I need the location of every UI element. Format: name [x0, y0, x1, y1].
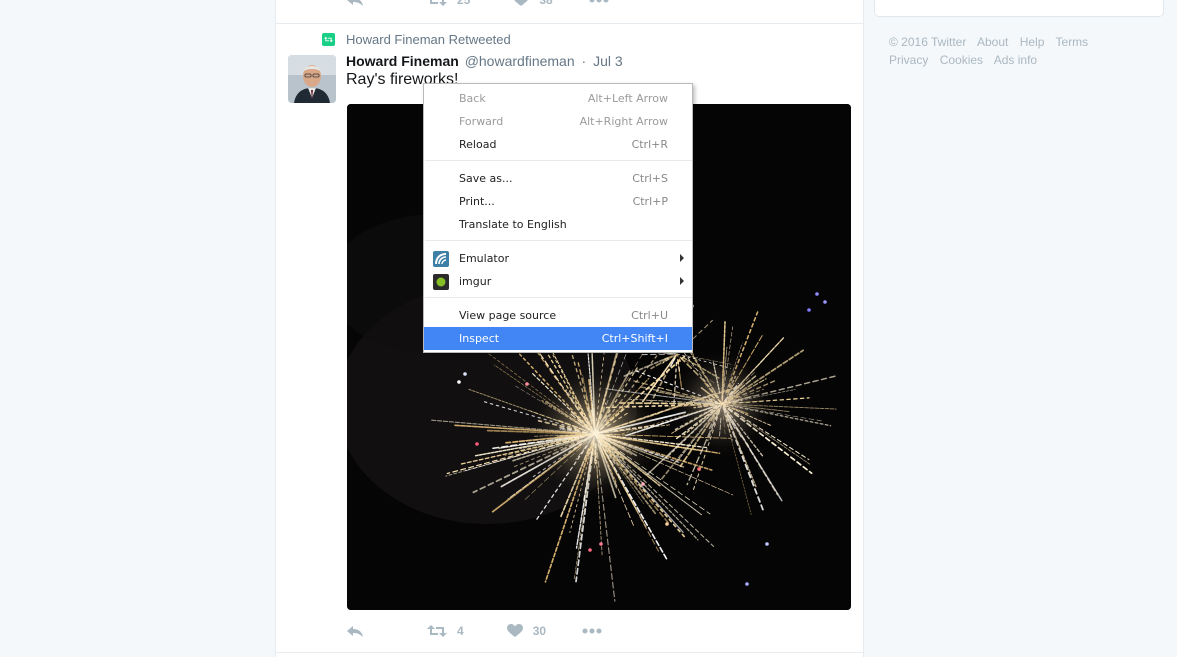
retweet-icon: [427, 625, 447, 637]
menu-item-label: Reload: [459, 138, 497, 151]
footer-link-help[interactable]: Help: [1020, 35, 1045, 49]
tweet-divider: [276, 652, 863, 653]
like-button[interactable]: 30: [506, 624, 547, 638]
menu-item-imgur[interactable]: imgur: [424, 270, 692, 293]
like-count: 38: [539, 0, 553, 7]
menu-item-label: Save as...: [459, 172, 513, 185]
menu-item-shortcut: Ctrl+P: [632, 195, 668, 208]
retweet-context: Howard Fineman Retweeted: [322, 32, 511, 47]
fullname[interactable]: Howard Fineman: [346, 53, 459, 69]
reply-icon: [347, 626, 363, 637]
heart-icon: [514, 0, 529, 6]
retweet-button[interactable]: 25: [427, 0, 470, 7]
retweet-context-text[interactable]: Howard Fineman Retweeted: [346, 32, 511, 47]
menu-item-back[interactable]: Back Alt+Left Arrow: [424, 87, 692, 110]
menu-item-inspect[interactable]: Inspect Ctrl+Shift+I: [424, 327, 692, 350]
menu-item-view-source[interactable]: View page source Ctrl+U: [424, 304, 692, 327]
menu-item-shortcut: Ctrl+R: [631, 138, 668, 151]
sidebar-card: [874, 0, 1164, 17]
imgur-extension-icon: [433, 274, 449, 290]
menu-item-emulator[interactable]: Emulator: [424, 247, 692, 270]
browser-context-menu: Back Alt+Left Arrow Forward Alt+Right Ar…: [423, 83, 693, 353]
site-footer: © 2016 Twitter About Help Terms Privacy …: [889, 33, 1159, 69]
menu-separator: [425, 297, 692, 298]
username[interactable]: @howardfineman: [465, 53, 575, 69]
reply-button[interactable]: [346, 624, 364, 638]
retweet-icon: [430, 0, 447, 6]
menu-item-label: Inspect: [459, 332, 500, 345]
retweet-count: 25: [457, 0, 471, 7]
menu-item-shortcut: Alt+Right Arrow: [579, 115, 668, 128]
emulator-extension-icon: [433, 251, 449, 267]
tweet-actions: 4 30: [346, 621, 602, 641]
more-dots-icon: [582, 628, 602, 634]
footer-link-privacy[interactable]: Privacy: [889, 53, 928, 67]
retweet-button[interactable]: 4: [427, 624, 464, 638]
footer-link-cookies[interactable]: Cookies: [940, 53, 983, 67]
menu-item-translate[interactable]: Translate to English: [424, 213, 692, 236]
tweet-header: Howard Fineman @howardfineman · Jul 3: [346, 53, 623, 69]
heart-icon: [506, 624, 523, 637]
header-separator: ·: [581, 53, 587, 69]
menu-item-label: imgur: [459, 275, 492, 288]
menu-item-label: Print...: [459, 195, 495, 208]
menu-item-label: View page source: [459, 309, 557, 322]
more-dots-icon: [589, 0, 609, 3]
menu-separator: [425, 240, 692, 241]
menu-item-save-as[interactable]: Save as... Ctrl+S: [424, 167, 692, 190]
reply-icon: [347, 0, 363, 6]
menu-item-shortcut: Ctrl+S: [632, 172, 668, 185]
timestamp[interactable]: Jul 3: [593, 53, 623, 69]
menu-separator: [425, 160, 692, 161]
chevron-right-icon: [680, 277, 684, 285]
menu-item-shortcut: Alt+Left Arrow: [587, 92, 668, 105]
chevron-right-icon: [680, 254, 684, 262]
menu-item-forward[interactable]: Forward Alt+Right Arrow: [424, 110, 692, 133]
avatar[interactable]: [288, 55, 336, 103]
reply-button[interactable]: [346, 0, 364, 7]
footer-link-terms[interactable]: Terms: [1056, 35, 1089, 49]
menu-item-print[interactable]: Print... Ctrl+P: [424, 190, 692, 213]
retweeted-icon: [322, 33, 335, 46]
menu-item-shortcut: Ctrl+U: [631, 309, 668, 322]
more-button[interactable]: [589, 0, 609, 3]
retweet-count: 4: [457, 624, 464, 638]
like-count: 30: [532, 624, 547, 638]
footer-link-about[interactable]: About: [977, 35, 1008, 49]
more-button[interactable]: [582, 628, 602, 634]
menu-item-label: Forward: [459, 115, 504, 128]
footer-copyright: © 2016 Twitter: [889, 35, 967, 49]
menu-item-reload[interactable]: Reload Ctrl+R: [424, 133, 692, 156]
menu-item-label: Back: [459, 92, 486, 105]
menu-item-shortcut: Ctrl+Shift+I: [601, 332, 668, 345]
tweet-divider: [276, 23, 863, 24]
footer-link-ads-info[interactable]: Ads info: [994, 53, 1037, 67]
menu-item-label: Emulator: [459, 252, 509, 265]
like-button[interactable]: 38: [513, 0, 553, 7]
menu-item-label: Translate to English: [459, 218, 567, 231]
previous-tweet-actions: 25 38: [346, 0, 609, 10]
